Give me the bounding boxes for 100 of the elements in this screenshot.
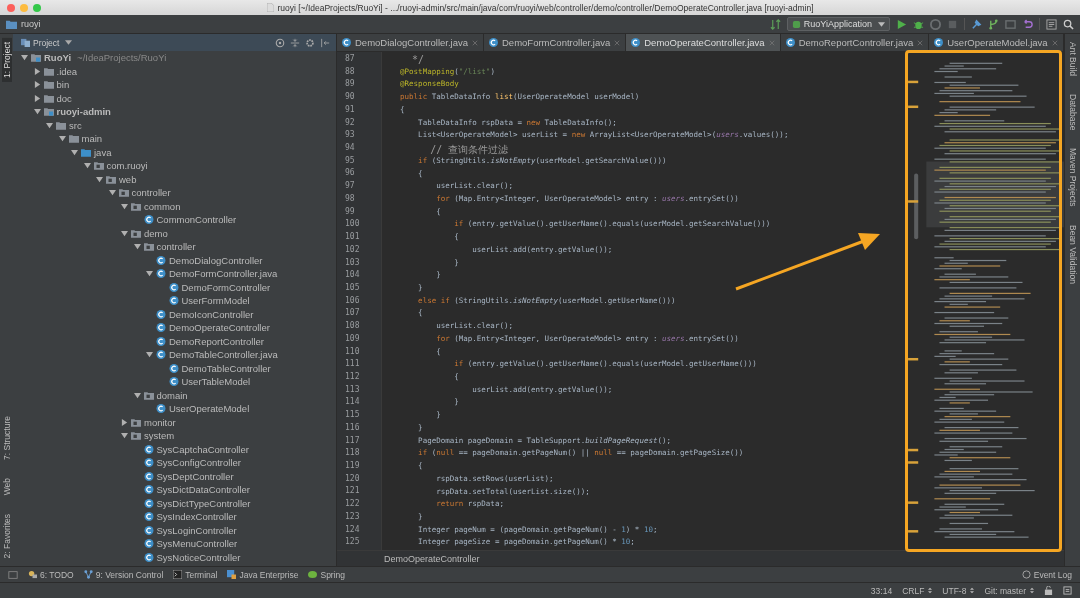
tree-toggle-icon[interactable]: [83, 162, 91, 170]
tree-toggle-icon[interactable]: [96, 175, 103, 183]
tree-item[interactable]: DemoTableController: [181, 362, 271, 374]
tree-item[interactable]: DemoIconController: [169, 308, 254, 320]
tree-item[interactable]: SysDictDataController: [156, 484, 250, 496]
tree-toggle-icon[interactable]: [108, 189, 116, 197]
lock-icon[interactable]: [1044, 586, 1053, 595]
tree-item[interactable]: src: [69, 119, 82, 131]
search-icon[interactable]: [1063, 18, 1074, 30]
tree-toggle-icon[interactable]: [33, 81, 41, 89]
tree-toggle-icon[interactable]: [146, 270, 153, 278]
close-icon[interactable]: [7, 3, 15, 12]
tree-item[interactable]: main: [81, 133, 103, 145]
tree-item[interactable]: bin: [56, 79, 70, 91]
tree-item[interactable]: common: [144, 200, 181, 212]
tree-item[interactable]: SysMenuController: [156, 538, 238, 550]
run-icon[interactable]: [896, 18, 907, 30]
tool-window-tab[interactable]: 2: Favorites: [1, 509, 12, 562]
tree-item[interactable]: ruoyi-admin: [56, 106, 111, 118]
tree-item[interactable]: SysDeptController: [156, 470, 234, 482]
tree-item[interactable]: DemoOperateController: [169, 322, 270, 334]
tree-toggle-icon[interactable]: [121, 432, 128, 440]
tool-window-button[interactable]: Spring: [308, 569, 346, 580]
tree-item[interactable]: DemoTableController.java: [169, 349, 278, 361]
branch-icon[interactable]: [988, 18, 999, 30]
tree-toggle-icon[interactable]: [33, 67, 41, 75]
tree-item[interactable]: web: [119, 173, 137, 185]
tool-window-button[interactable]: Java Enterprise: [227, 569, 299, 580]
tree-item[interactable]: SysLoginController: [156, 524, 237, 536]
sort-arrows-icon[interactable]: [769, 18, 781, 30]
tree-item[interactable]: CommonController: [156, 214, 237, 226]
hammer-icon[interactable]: [971, 18, 982, 30]
breadcrumb[interactable]: ruoyi: [21, 19, 41, 29]
editor-tab[interactable]: DemoOperateController.java: [626, 34, 781, 51]
tool-window-tab[interactable]: Bean Validation: [1067, 221, 1078, 288]
event-log-button[interactable]: Event Log: [1021, 569, 1072, 580]
tool-window-tab[interactable]: Web: [1, 474, 12, 500]
tree-toggle-icon[interactable]: [33, 94, 41, 102]
editor-tab[interactable]: UserOperateModel.java: [929, 34, 1064, 51]
tree-item[interactable]: controller: [156, 241, 196, 253]
tree-item[interactable]: SysNoticeController: [156, 551, 241, 563]
tree-toggle-icon[interactable]: [21, 54, 28, 62]
tree-item[interactable]: monitor: [144, 416, 176, 428]
tool-window-tab[interactable]: Database: [1067, 90, 1078, 135]
tree-item[interactable]: system: [144, 430, 175, 442]
tree-toggle-icon[interactable]: [33, 108, 41, 116]
tree-toggle-icon[interactable]: [146, 351, 153, 359]
tree-item[interactable]: SysDictTypeController: [156, 497, 251, 509]
tree-toggle-icon[interactable]: [133, 391, 141, 399]
inspector-icon[interactable]: [1063, 586, 1072, 595]
tree-item[interactable]: DemoReportController: [169, 335, 265, 347]
tree-item[interactable]: UserOperateModel: [169, 403, 250, 415]
undo-icon[interactable]: [1022, 18, 1033, 30]
tool-window-button[interactable]: Terminal: [173, 569, 218, 580]
settings-icon[interactable]: [305, 37, 315, 48]
tree-item[interactable]: DemoFormController: [181, 281, 271, 293]
target-icon[interactable]: [275, 37, 285, 48]
project-view-dropdown[interactable]: Project: [21, 37, 73, 48]
tree-item[interactable]: domain: [156, 389, 188, 401]
tree-toggle-icon[interactable]: [133, 243, 141, 251]
tree-item[interactable]: DemoDialogController: [169, 254, 263, 266]
run-configuration-dropdown[interactable]: RuoYiApplication: [786, 17, 890, 31]
editor-tab[interactable]: DemoReportController.java: [780, 34, 930, 51]
tree-item[interactable]: .idea: [56, 65, 78, 77]
git-branch-selector[interactable]: Git: master: [984, 585, 1026, 596]
structure-icon[interactable]: [1046, 18, 1057, 30]
tool-window-tab[interactable]: 7: Structure: [1, 412, 12, 465]
tool-window-tab[interactable]: Ant Build: [1067, 38, 1078, 81]
tree-toggle-icon[interactable]: [46, 121, 53, 129]
folder-icon: [6, 18, 17, 30]
tool-window-tab[interactable]: 1: Project: [1, 38, 12, 82]
editor-tab[interactable]: DemoDialogController.java: [337, 34, 484, 51]
line-separator-selector[interactable]: CRLF: [902, 585, 925, 596]
tree-toggle-icon[interactable]: [121, 229, 128, 237]
tree-item[interactable]: controller: [131, 187, 171, 199]
windows-icon: [21, 38, 30, 47]
tree-item[interactable]: UserTableModel: [181, 376, 251, 388]
collapse-icon[interactable]: [290, 37, 300, 48]
tree-item[interactable]: demo: [144, 227, 168, 239]
tree-toggle-icon[interactable]: [121, 418, 128, 426]
tree-item[interactable]: UserFormModel: [181, 295, 250, 307]
tree-item[interactable]: DemoFormController.java: [169, 268, 278, 280]
tree-toggle-icon[interactable]: [71, 148, 78, 156]
cursor-position[interactable]: 33:14: [870, 585, 893, 596]
tree-toggle-icon[interactable]: [58, 135, 66, 143]
encoding-selector[interactable]: UTF-8: [942, 585, 967, 596]
tree-item[interactable]: doc: [56, 92, 72, 104]
tree-item[interactable]: SysCaptchaController: [156, 443, 249, 455]
tool-window-button[interactable]: 6: TODO: [28, 569, 74, 580]
editor-breadcrumb[interactable]: DemoOperateController: [384, 553, 480, 564]
hide-icon[interactable]: [320, 37, 330, 48]
tree-item[interactable]: java: [94, 146, 112, 158]
tree-toggle-icon[interactable]: [121, 202, 128, 210]
panel-toggle-icon[interactable]: [8, 569, 18, 580]
tree-item[interactable]: SysConfigController: [156, 457, 241, 469]
tool-window-tab[interactable]: Maven Projects: [1067, 144, 1078, 211]
tree-item[interactable]: com.ruoyi: [106, 160, 148, 172]
tool-window-button[interactable]: 9: Version Control: [83, 569, 164, 580]
tree-item[interactable]: SysIndexController: [156, 511, 237, 523]
tree-item[interactable]: RuoYi: [44, 52, 72, 64]
